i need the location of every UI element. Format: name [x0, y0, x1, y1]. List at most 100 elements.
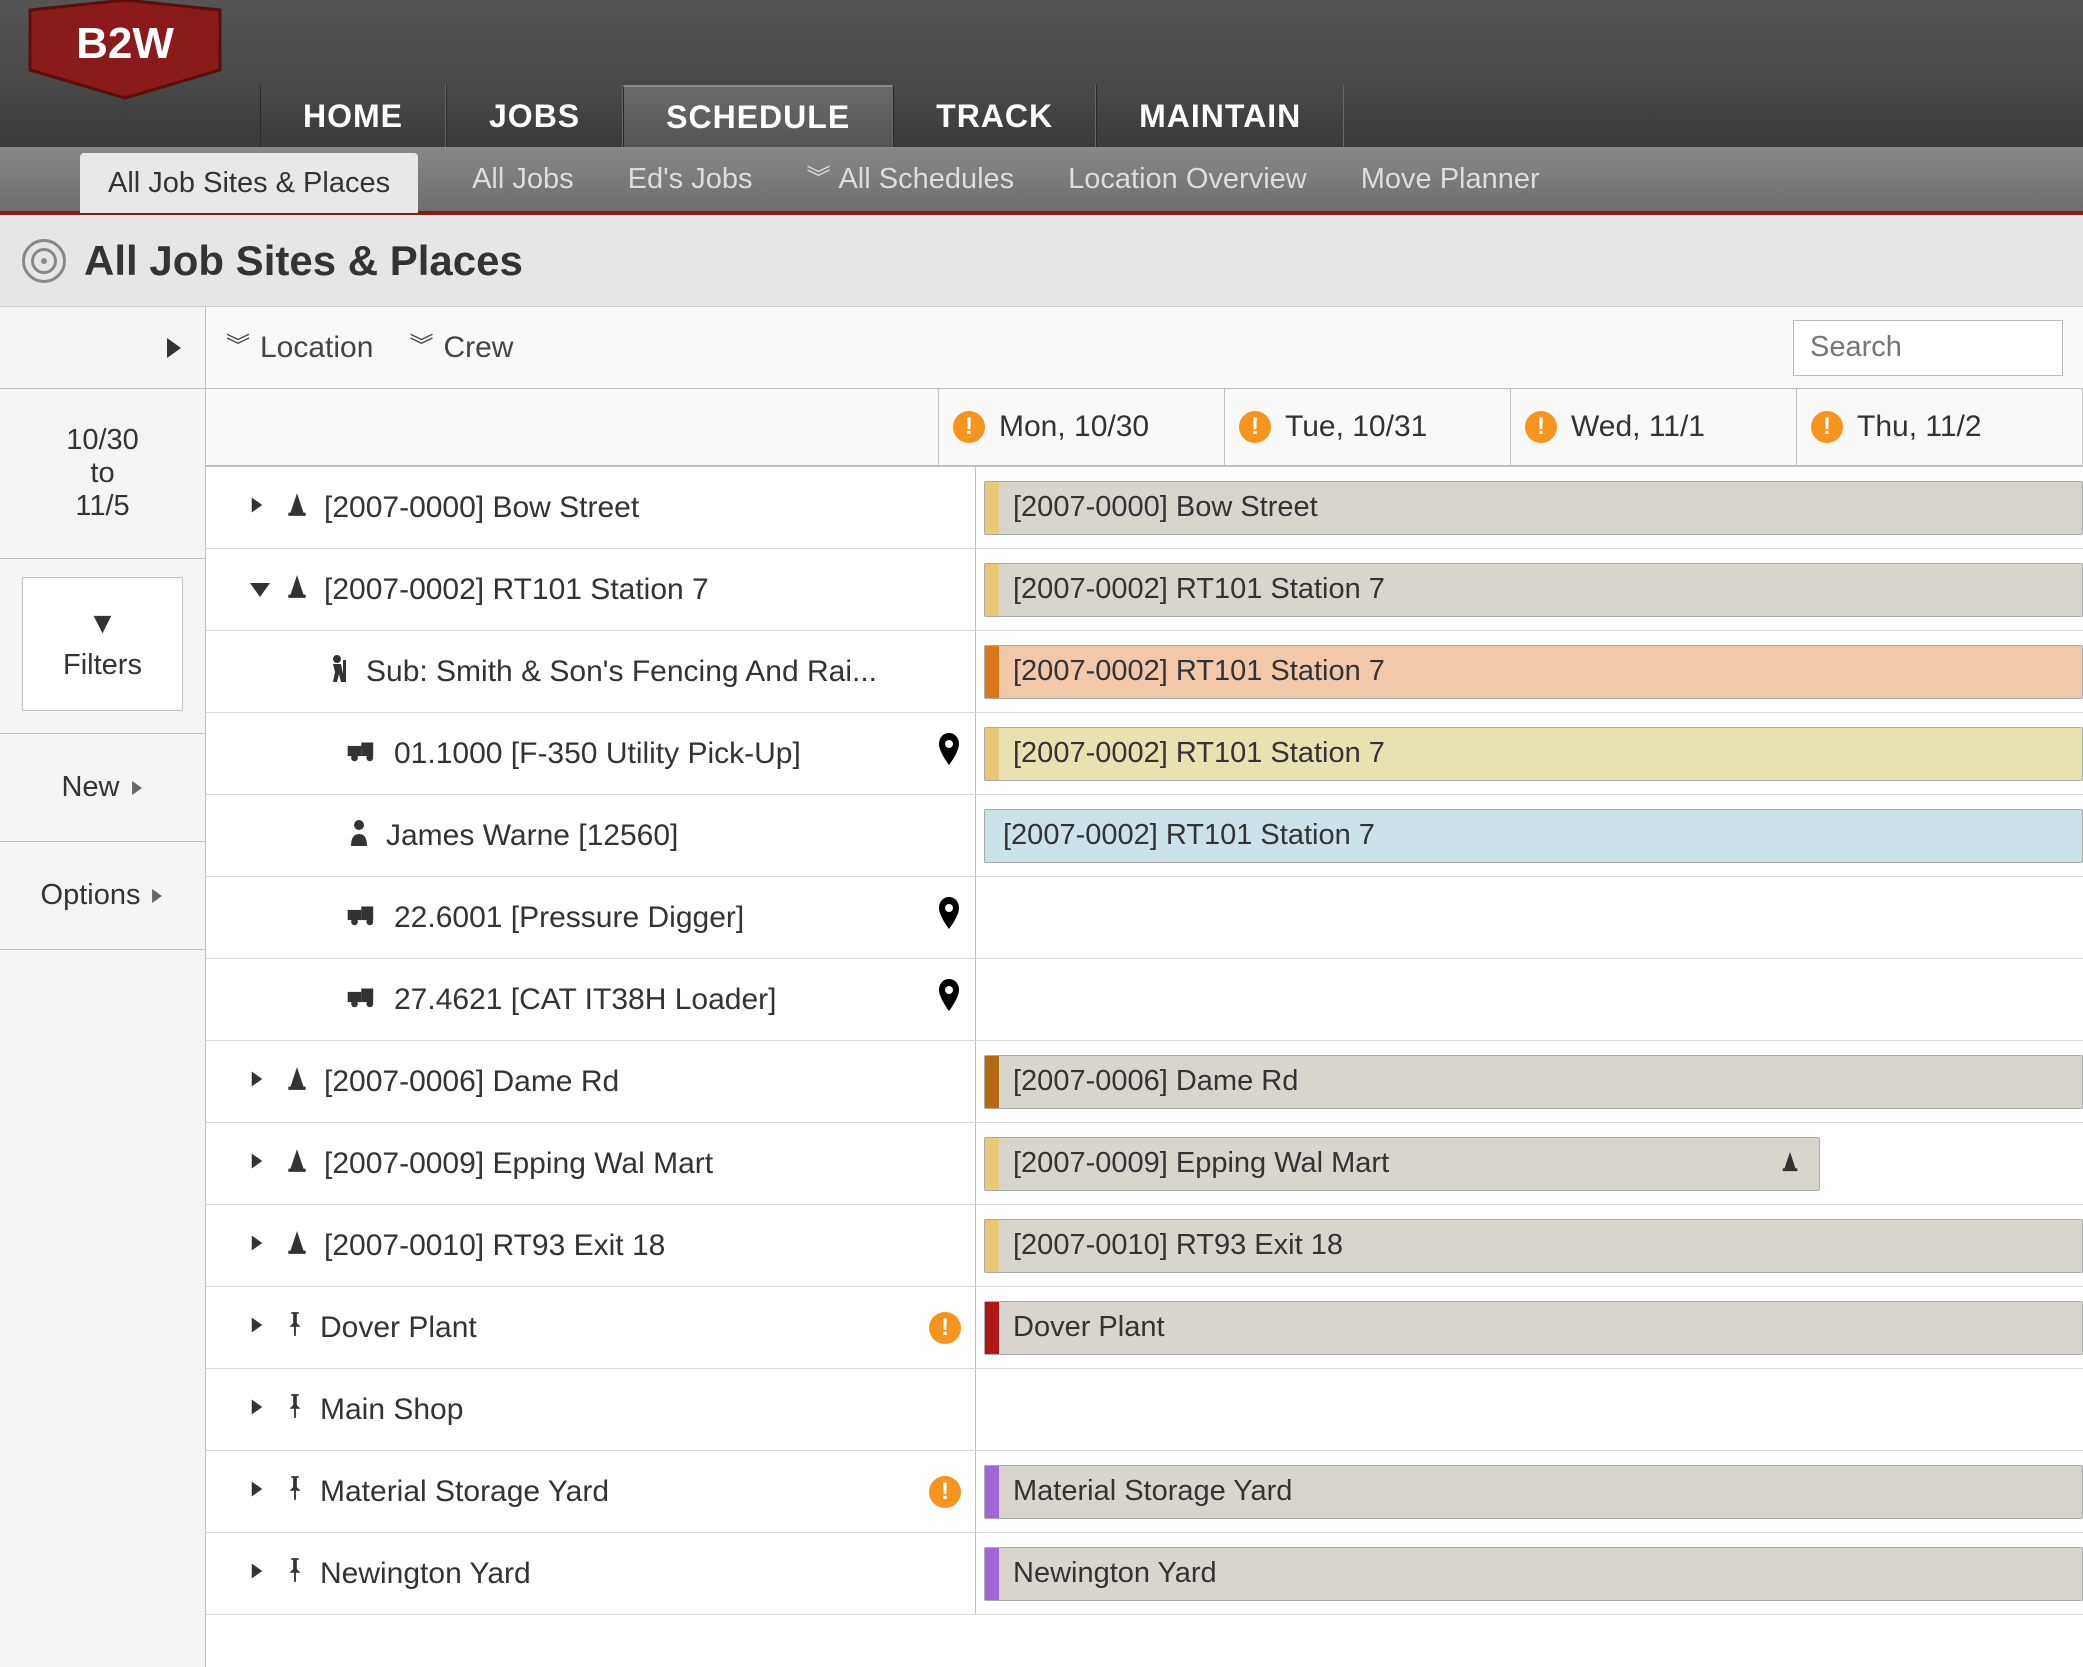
worker-icon [326, 654, 352, 689]
truck-icon [346, 738, 380, 770]
row-label: 22.6001 [Pressure Digger] [394, 901, 744, 935]
subnav-location-overview[interactable]: Location Overview [1068, 163, 1307, 196]
bar-label: Newington Yard [1013, 1557, 1217, 1590]
day-header[interactable]: !Mon, 10/30 [939, 389, 1225, 465]
pin-icon [284, 1310, 306, 1345]
row-label: [2007-0002] RT101 Station 7 [324, 573, 709, 607]
gantt-cell: [2007-0002] RT101 Station 7 [976, 631, 2083, 712]
day-header[interactable]: !Tue, 10/31 [1225, 389, 1511, 465]
tree-cell[interactable]: James Warne [12560] [206, 795, 976, 876]
gantt-bar[interactable]: Newington Yard [984, 1547, 2083, 1601]
group-location[interactable]: ︾Location [226, 331, 373, 365]
gantt-bar[interactable]: Material Storage Yard [984, 1465, 2083, 1519]
alert-icon: ! [1811, 411, 1843, 443]
expand-toggle[interactable] [250, 1479, 270, 1505]
gantt-bar[interactable]: [2007-0000] Bow Street [984, 481, 2083, 535]
nav-schedule[interactable]: SCHEDULE [623, 85, 893, 147]
nav-home[interactable]: HOME [260, 85, 446, 147]
expand-toggle[interactable] [250, 495, 270, 521]
bar-stripe [985, 1302, 999, 1354]
page-title: All Job Sites & Places [84, 237, 523, 285]
expand-toggle[interactable] [250, 1069, 270, 1095]
options-label: Options [41, 879, 141, 912]
search-input[interactable] [1793, 320, 2063, 376]
gantt-bar[interactable]: [2007-0002] RT101 Station 7 [984, 645, 2083, 699]
pin-icon [284, 1556, 306, 1591]
alert-icon: ! [1525, 411, 1557, 443]
tree-cell[interactable]: 22.6001 [Pressure Digger] [206, 877, 976, 958]
target-icon [22, 239, 66, 283]
nav-track[interactable]: TRACK [893, 85, 1096, 147]
gantt-bar[interactable]: Dover Plant [984, 1301, 2083, 1355]
date-from: 10/30 [66, 424, 139, 457]
bar-stripe [985, 1056, 999, 1108]
tree-cell[interactable]: Main Shop [206, 1369, 976, 1450]
gantt-bar[interactable]: [2007-0002] RT101 Station 7 [984, 809, 2083, 863]
filters-button[interactable]: ▼ Filters [22, 577, 183, 711]
pin-icon [284, 1392, 306, 1427]
subnav-all-jobs[interactable]: All Jobs [472, 163, 574, 196]
truck-icon [346, 984, 380, 1016]
tree-cell[interactable]: Newington Yard [206, 1533, 976, 1614]
tree-cell[interactable]: Sub: Smith & Son's Fencing And Rai... [206, 631, 976, 712]
tree-cell[interactable]: 01.1000 [F-350 Utility Pick-Up] [206, 713, 976, 794]
gantt-bar[interactable]: [2007-0002] RT101 Station 7 [984, 563, 2083, 617]
gantt-bar[interactable]: [2007-0002] RT101 Station 7 [984, 727, 2083, 781]
expand-toggle[interactable] [250, 1397, 270, 1423]
cone-icon [1779, 1148, 1801, 1179]
nav-jobs[interactable]: JOBS [446, 85, 623, 147]
group-crew[interactable]: ︾Crew [409, 331, 513, 365]
schedule-row: 22.6001 [Pressure Digger] [206, 877, 2083, 959]
tree-cell[interactable]: [2007-0009] Epping Wal Mart [206, 1123, 976, 1204]
gantt-bar[interactable]: [2007-0006] Dame Rd [984, 1055, 2083, 1109]
new-label: New [61, 771, 119, 804]
tree-cell[interactable]: 27.4621 [CAT IT38H Loader] [206, 959, 976, 1040]
tree-cell[interactable]: [2007-0000] Bow Street [206, 467, 976, 548]
nav-maintain[interactable]: MAINTAIN [1096, 85, 1344, 147]
tree-cell[interactable]: Material Storage Yard! [206, 1451, 976, 1532]
subnav-all-sites[interactable]: All Job Sites & Places [80, 153, 418, 213]
tree-cell[interactable]: [2007-0002] RT101 Station 7 [206, 549, 976, 630]
new-button[interactable]: New [0, 734, 205, 842]
tree-cell[interactable]: [2007-0006] Dame Rd [206, 1041, 976, 1122]
expand-toggle[interactable] [250, 1315, 270, 1341]
options-button[interactable]: Options [0, 842, 205, 950]
location-pin-icon[interactable] [937, 897, 961, 938]
gantt-bar[interactable]: [2007-0009] Epping Wal Mart [984, 1137, 1820, 1191]
day-header[interactable]: !Thu, 11/2 [1797, 389, 2083, 465]
alert-icon[interactable]: ! [929, 1476, 961, 1508]
date-end: 11/5 [75, 490, 129, 523]
expand-toggle[interactable] [250, 1233, 270, 1259]
subnav-eds-jobs[interactable]: Ed's Jobs [628, 163, 753, 196]
tree-cell[interactable]: [2007-0010] RT93 Exit 18 [206, 1205, 976, 1286]
expand-toggle[interactable] [250, 1561, 270, 1587]
day-header[interactable]: !Wed, 11/1 [1511, 389, 1797, 465]
subnav-move-planner[interactable]: Move Planner [1361, 163, 1540, 196]
gantt-cell [976, 1369, 2083, 1450]
row-label: Main Shop [320, 1393, 463, 1427]
gantt-bar[interactable]: [2007-0010] RT93 Exit 18 [984, 1219, 2083, 1273]
bar-label: Dover Plant [1013, 1311, 1165, 1344]
date-range[interactable]: 10/30 to 11/5 [0, 389, 205, 559]
subnav-all-schedules[interactable]: ︾All Schedules [806, 163, 1014, 196]
pin-icon [284, 1474, 306, 1509]
expand-toggle[interactable] [250, 1151, 270, 1177]
chevron-down-icon: ︾ [806, 172, 830, 186]
sub-nav: All Job Sites & Places All Jobs Ed's Job… [0, 147, 2083, 215]
location-pin-icon[interactable] [937, 733, 961, 774]
filters-label: Filters [63, 649, 142, 682]
cone-icon [284, 1065, 310, 1098]
group-location-label: Location [260, 331, 373, 365]
logo: B2W [10, 0, 240, 100]
location-pin-icon[interactable] [937, 979, 961, 1020]
row-label: [2007-0009] Epping Wal Mart [324, 1147, 713, 1181]
gantt-cell: [2007-0009] Epping Wal Mart [976, 1123, 2083, 1204]
alert-icon[interactable]: ! [929, 1312, 961, 1344]
sidebar-collapse[interactable] [0, 307, 205, 389]
schedule-grid: !Mon, 10/30!Tue, 10/31!Wed, 11/1!Thu, 11… [206, 389, 2083, 1667]
row-label: 01.1000 [F-350 Utility Pick-Up] [394, 737, 801, 771]
expand-toggle[interactable] [250, 577, 270, 603]
bar-label: [2007-0002] RT101 Station 7 [1013, 655, 1385, 688]
tree-cell[interactable]: Dover Plant! [206, 1287, 976, 1368]
bar-label: [2007-0000] Bow Street [1013, 491, 1318, 524]
